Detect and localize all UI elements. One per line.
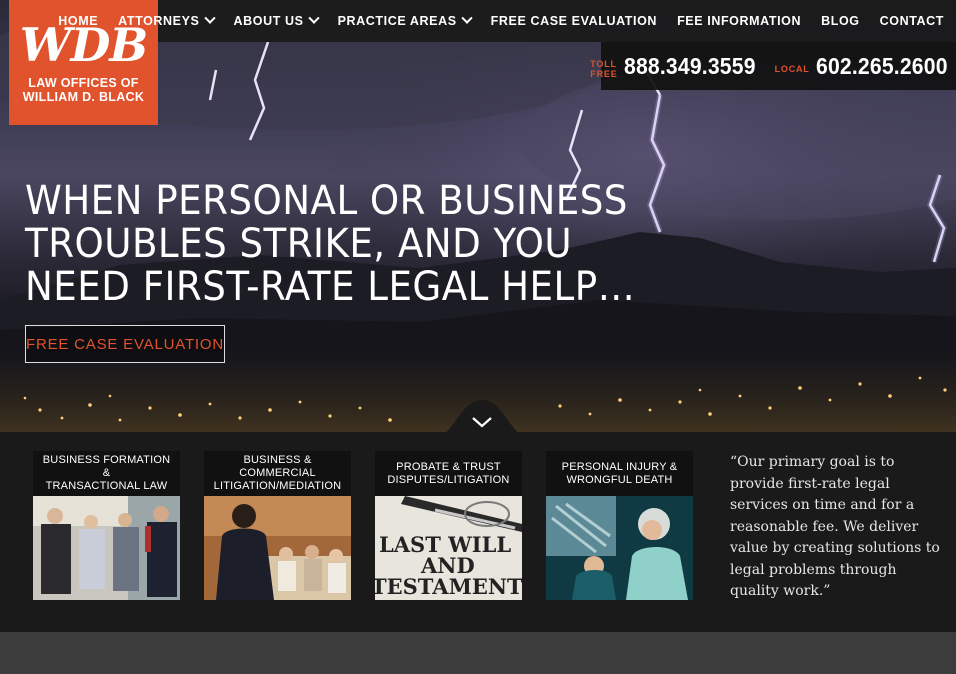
nav-about-us[interactable]: ABOUT US [233,12,320,28]
nav-fee-information-label: FEE INFORMATION [677,14,802,28]
nav-blog-label: BLOG [821,14,860,28]
card-label: BUSINESS & COMMERCIAL LITIGATION/MEDIATIO… [204,451,351,496]
card-label-line-1: BUSINESS & COMMERCIAL [239,454,316,479]
chevron-down-icon [307,12,320,24]
toll-free-label: TOLL FREE [590,59,618,79]
mission-quote: “Our primary goal is to provide first-ra… [730,454,940,599]
nav-home[interactable]: HOME [58,14,98,28]
practice-card-personal-injury[interactable]: PERSONAL INJURY & WRONGFUL DEATH [546,451,693,600]
chevron-down-icon [460,12,473,24]
chevron-down-icon [203,12,216,24]
nav-fee-information[interactable]: FEE INFORMATION [677,14,801,28]
footer-band [0,632,956,674]
business-people-photo [33,496,180,600]
nav-contact-label: CONTACT [879,14,944,28]
local-number[interactable]: 602.265.2600 [816,53,948,80]
nav-attorneys[interactable]: ATTORNEYS [118,12,216,28]
card-label-line-2: TRANSACTIONAL LAW [45,480,168,492]
logo-line-2: WILLIAM D. BLACK [22,90,145,104]
main-navigation: HOME ATTORNEYS ABOUT US PRACTICE AREAS F… [58,0,956,42]
scroll-down-button[interactable] [429,396,535,440]
card-label-line-1: PERSONAL INJURY & [561,460,678,473]
hero-headline: WHEN PERSONAL OR BUSINESS TROUBLES STRIK… [25,178,636,310]
headline-line-3: NEED FIRST-RATE LEGAL HELP… [25,264,636,310]
nav-attorneys-label: ATTORNEYS [118,14,200,28]
card-label-line-2: LITIGATION/MEDIATION [213,480,342,492]
logo-monogram: WDB [19,18,148,72]
nav-practice-areas-label: PRACTICE AREAS [337,14,457,28]
courtroom-photo [204,496,351,600]
practice-card-business-formation[interactable]: BUSINESS FORMATION & TRANSACTIONAL LAW [33,451,180,600]
xray-doctor-photo [546,496,693,600]
logo-line-1: LAW OFFICES OF [28,76,139,90]
free-case-evaluation-button[interactable]: FREE CASE EVALUATION [25,325,225,363]
card-label: PERSONAL INJURY & WRONGFUL DEATH [546,451,693,496]
practice-card-probate-trust[interactable]: PROBATE & TRUST DISPUTES/LITIGATION LAST … [375,451,522,600]
card-label: BUSINESS FORMATION & TRANSACTIONAL LAW [33,451,180,496]
nav-about-us-label: ABOUT US [233,14,304,28]
practice-card-commercial-litigation[interactable]: BUSINESS & COMMERCIAL LITIGATION/MEDIATIO… [204,451,351,600]
card-label-line-1: PROBATE & TRUST [396,460,501,473]
card-label-line-2: DISPUTES/LITIGATION [387,473,510,486]
card-label-line-2: WRONGFUL DEATH [566,473,673,486]
local-label: LOCAL [774,64,810,74]
headline-line-2: TROUBLES STRIKE, AND YOU [25,221,573,267]
last-will-document-photo: LAST WILL AND TESTAMENT [375,496,522,600]
headline-line-1: WHEN PERSONAL OR BUSINESS [25,178,628,224]
nav-practice-areas[interactable]: PRACTICE AREAS [337,12,473,28]
nav-free-case-evaluation[interactable]: FREE CASE EVALUATION [491,14,657,28]
nav-free-case-evaluation-label: FREE CASE EVALUATION [490,14,658,28]
nav-contact[interactable]: CONTACT [880,14,944,28]
toll-free-number[interactable]: 888.349.3559 [624,53,756,80]
nav-blog[interactable]: BLOG [821,14,860,28]
card-label-line-1: BUSINESS FORMATION & [42,454,171,479]
card-label: PROBATE & TRUST DISPUTES/LITIGATION [375,451,522,496]
nav-home-label: HOME [58,14,99,28]
phone-bar: TOLL FREE 888.349.3559 LOCAL 602.265.260… [590,42,956,90]
last-will-text-3: TESTAMENT [375,574,522,599]
